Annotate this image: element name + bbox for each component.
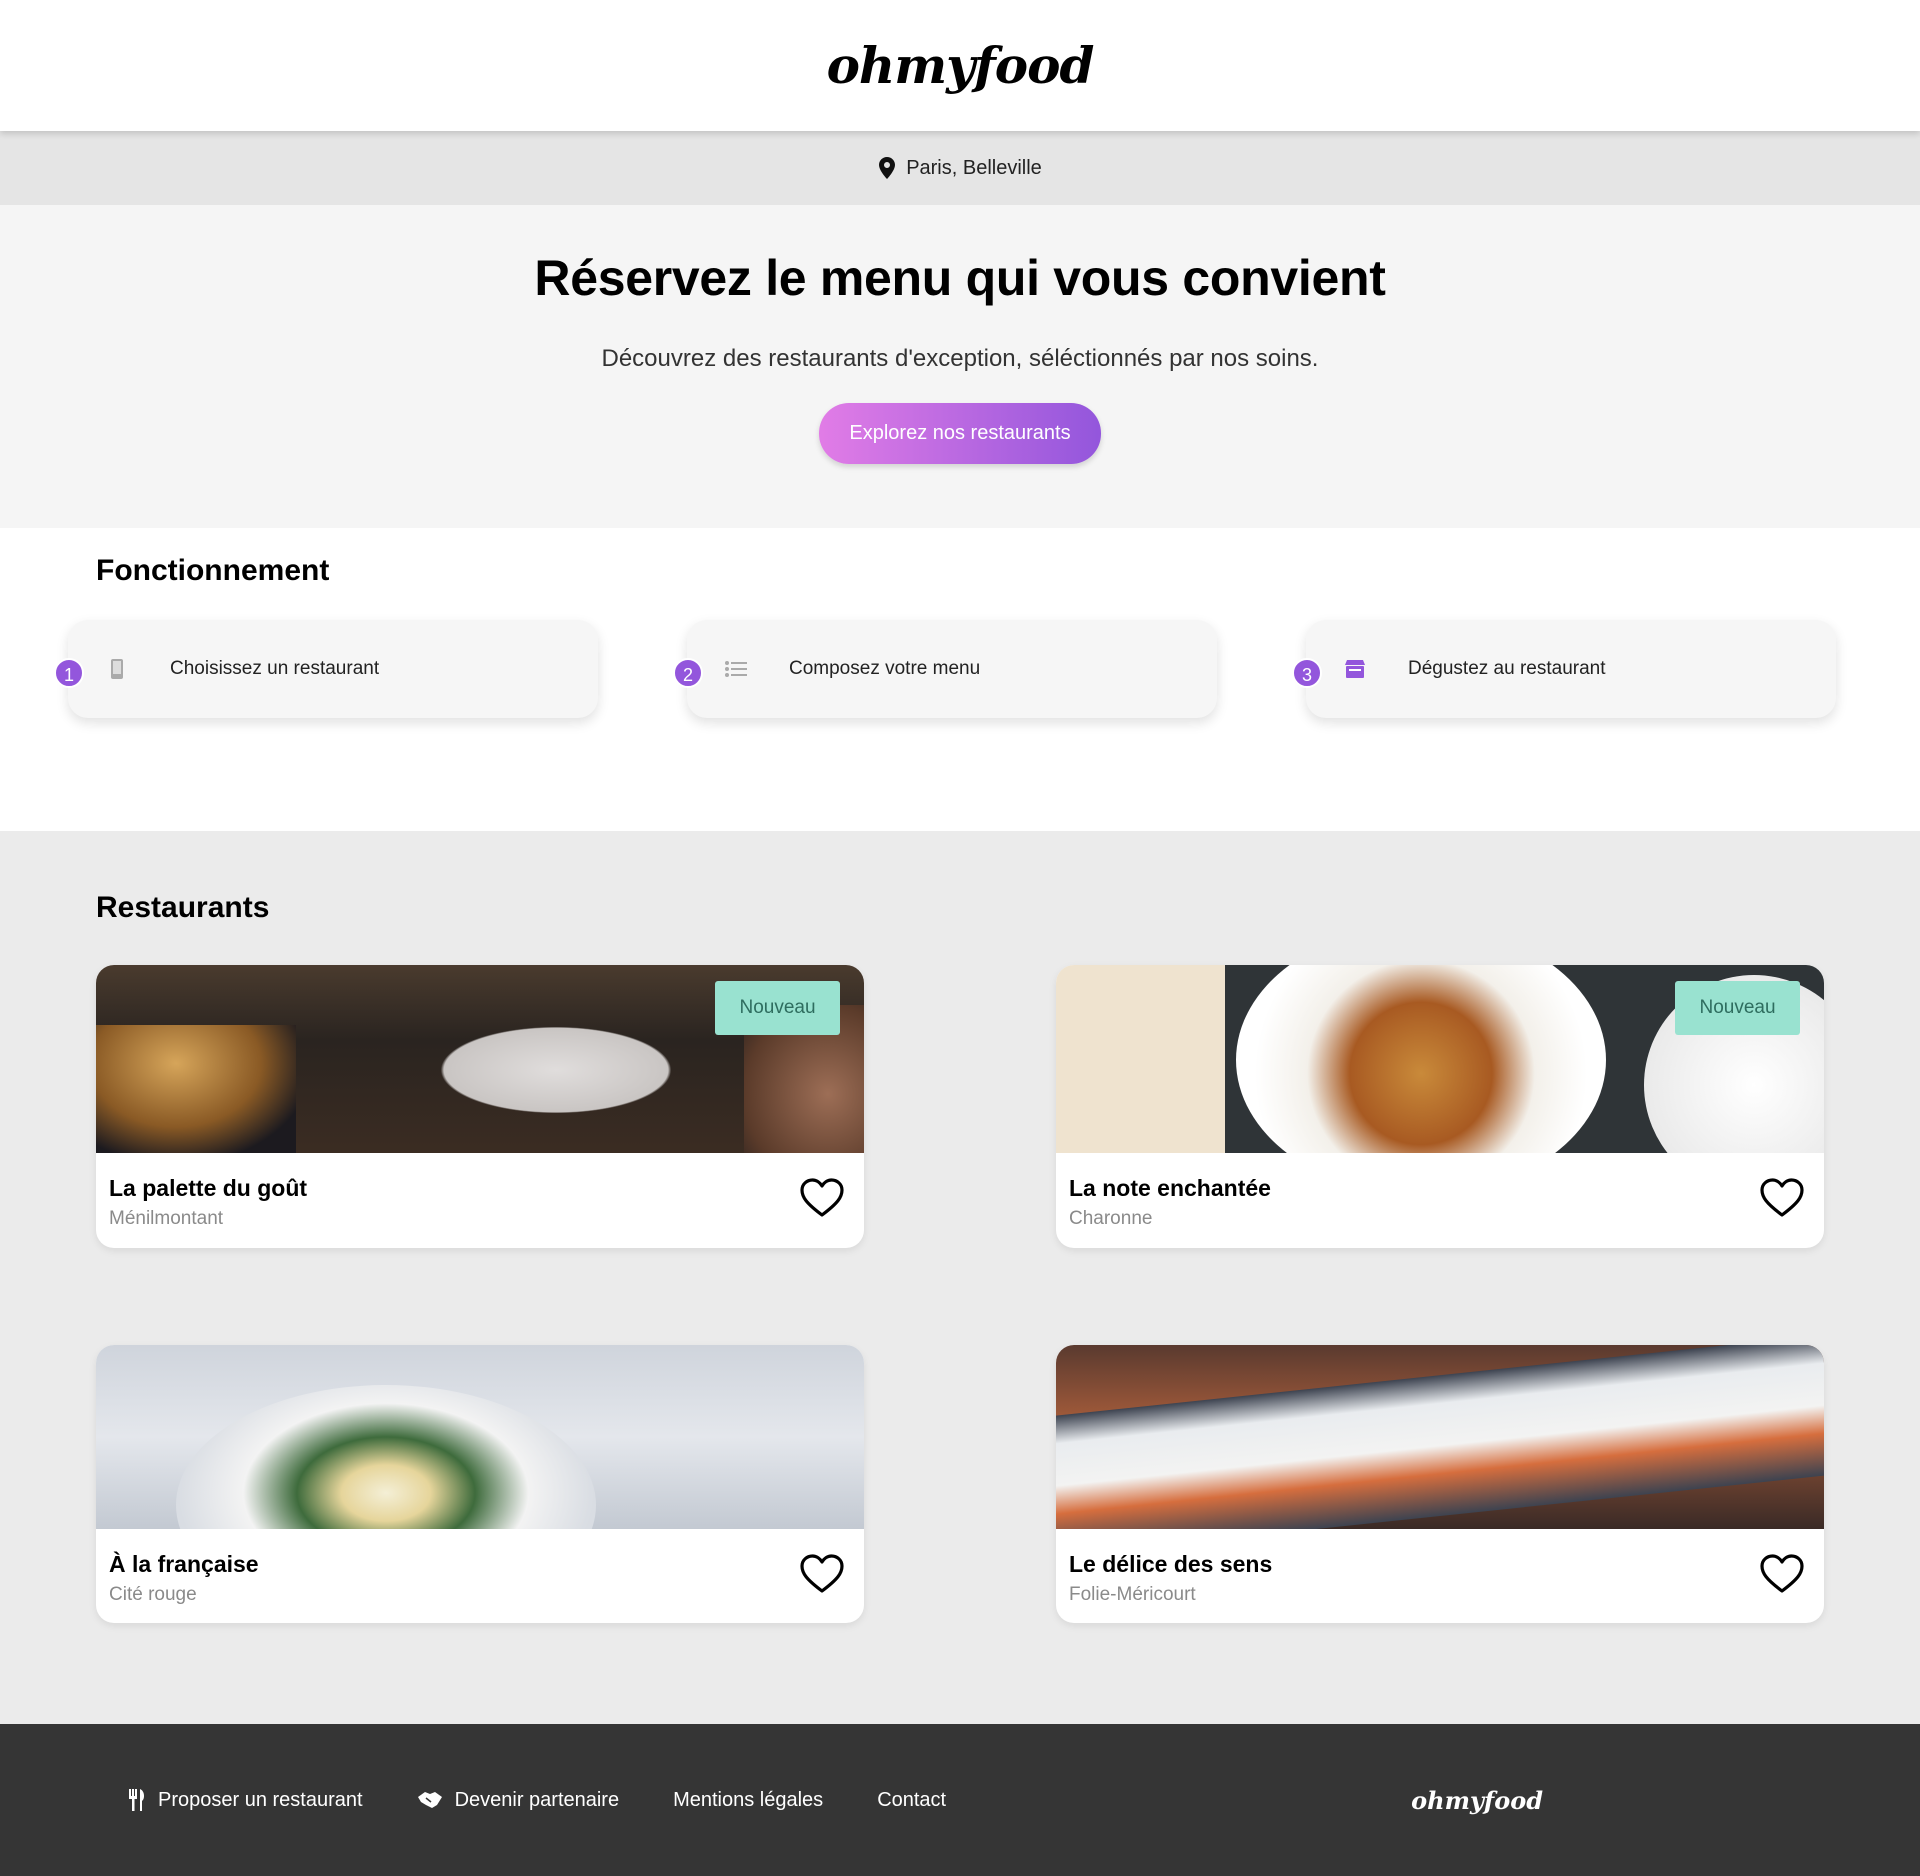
restaurant-photo: Nouveau: [96, 965, 864, 1153]
new-badge: Nouveau: [1675, 981, 1800, 1035]
site-footer: Proposer un restaurant Devenir partenair…: [0, 1724, 1920, 1876]
restaurant-grid: Nouveau La palette du goût Ménilmontant …: [96, 965, 1824, 1623]
step-card-1: 1 Choisissez un restaurant: [54, 620, 598, 718]
footer-link-partner[interactable]: Devenir partenaire: [417, 1788, 620, 1812]
restaurant-card[interactable]: À la française Cité rouge: [96, 1345, 864, 1623]
step-label: Composez votre menu: [789, 658, 981, 679]
store-icon: [1344, 658, 1366, 680]
restaurant-card[interactable]: Le délice des sens Folie-Méricourt: [1056, 1345, 1824, 1623]
footer-link-label: Proposer un restaurant: [158, 1788, 363, 1811]
footer-link-contact[interactable]: Contact: [877, 1789, 946, 1812]
heart-icon[interactable]: [800, 1554, 844, 1594]
utensils-icon: [129, 1789, 145, 1811]
restaurant-name: La note enchantée: [1069, 1175, 1271, 1201]
step-label: Choisissez un restaurant: [170, 658, 380, 679]
restaurant-name: Le délice des sens: [1069, 1551, 1273, 1577]
restaurant-card[interactable]: Nouveau La palette du goût Ménilmontant: [96, 965, 864, 1248]
step-number: 2: [673, 658, 703, 688]
logo[interactable]: ohmyfood: [827, 36, 1095, 95]
footer-links: Proposer un restaurant Devenir partenair…: [128, 1789, 946, 1812]
footer-link-label: Contact: [877, 1788, 947, 1811]
restaurant-photo: [1056, 1345, 1824, 1529]
restaurant-name: À la française: [109, 1551, 259, 1577]
hero-subtitle: Découvrez des restaurants d'exception, s…: [601, 345, 1319, 372]
footer-logo[interactable]: ohmyfood: [1411, 1786, 1543, 1815]
site-header: ohmyfood: [0, 0, 1920, 131]
restaurant-area: Charonne: [1069, 1208, 1153, 1229]
steps-list: 1 Choisissez un restaurant 2 Composez vo…: [54, 620, 1836, 718]
step-card-3: 3 Dégustez au restaurant: [1292, 620, 1836, 718]
handshake-icon: [417, 1792, 442, 1808]
restaurant-area: Cité rouge: [109, 1584, 197, 1605]
heart-icon[interactable]: [1760, 1178, 1804, 1218]
footer-link-legal[interactable]: Mentions légales: [673, 1789, 823, 1812]
restaurant-area: Folie-Méricourt: [1069, 1584, 1196, 1605]
map-pin-icon: [879, 157, 896, 179]
explore-restaurants-button[interactable]: Explorez nos restaurants: [819, 403, 1101, 464]
how-it-works-section: Fonctionnement 1 Choisissez un restauran…: [0, 528, 1920, 831]
footer-link-label: Mentions légales: [673, 1788, 824, 1811]
hero-section: Réservez le menu qui vous convient Décou…: [0, 205, 1920, 528]
restaurant-photo: Nouveau: [1056, 965, 1824, 1153]
footer-link-propose-restaurant[interactable]: Proposer un restaurant: [128, 1789, 363, 1812]
list-icon: [725, 658, 747, 680]
how-title: Fonctionnement: [96, 554, 330, 587]
step-label: Dégustez au restaurant: [1408, 658, 1606, 679]
restaurants-title: Restaurants: [96, 891, 270, 924]
hero-title: Réservez le menu qui vous convient: [534, 250, 1386, 306]
restaurant-photo: [96, 1345, 864, 1529]
location-bar[interactable]: Paris, Belleville: [0, 131, 1920, 205]
restaurant-card[interactable]: Nouveau La note enchantée Charonne: [1056, 965, 1824, 1248]
step-number: 3: [1292, 658, 1322, 688]
restaurant-name: La palette du goût: [109, 1175, 308, 1201]
location-label: Paris, Belleville: [906, 156, 1042, 179]
restaurants-section: Restaurants Nouveau La palette du goût M…: [0, 831, 1920, 1724]
step-card-2: 2 Composez votre menu: [673, 620, 1217, 718]
footer-link-label: Devenir partenaire: [454, 1788, 620, 1811]
mobile-phone-icon: [106, 658, 128, 680]
new-badge: Nouveau: [715, 981, 840, 1035]
restaurant-area: Ménilmontant: [109, 1208, 224, 1229]
heart-icon[interactable]: [800, 1178, 844, 1218]
heart-icon[interactable]: [1760, 1554, 1804, 1594]
step-number: 1: [54, 658, 84, 688]
